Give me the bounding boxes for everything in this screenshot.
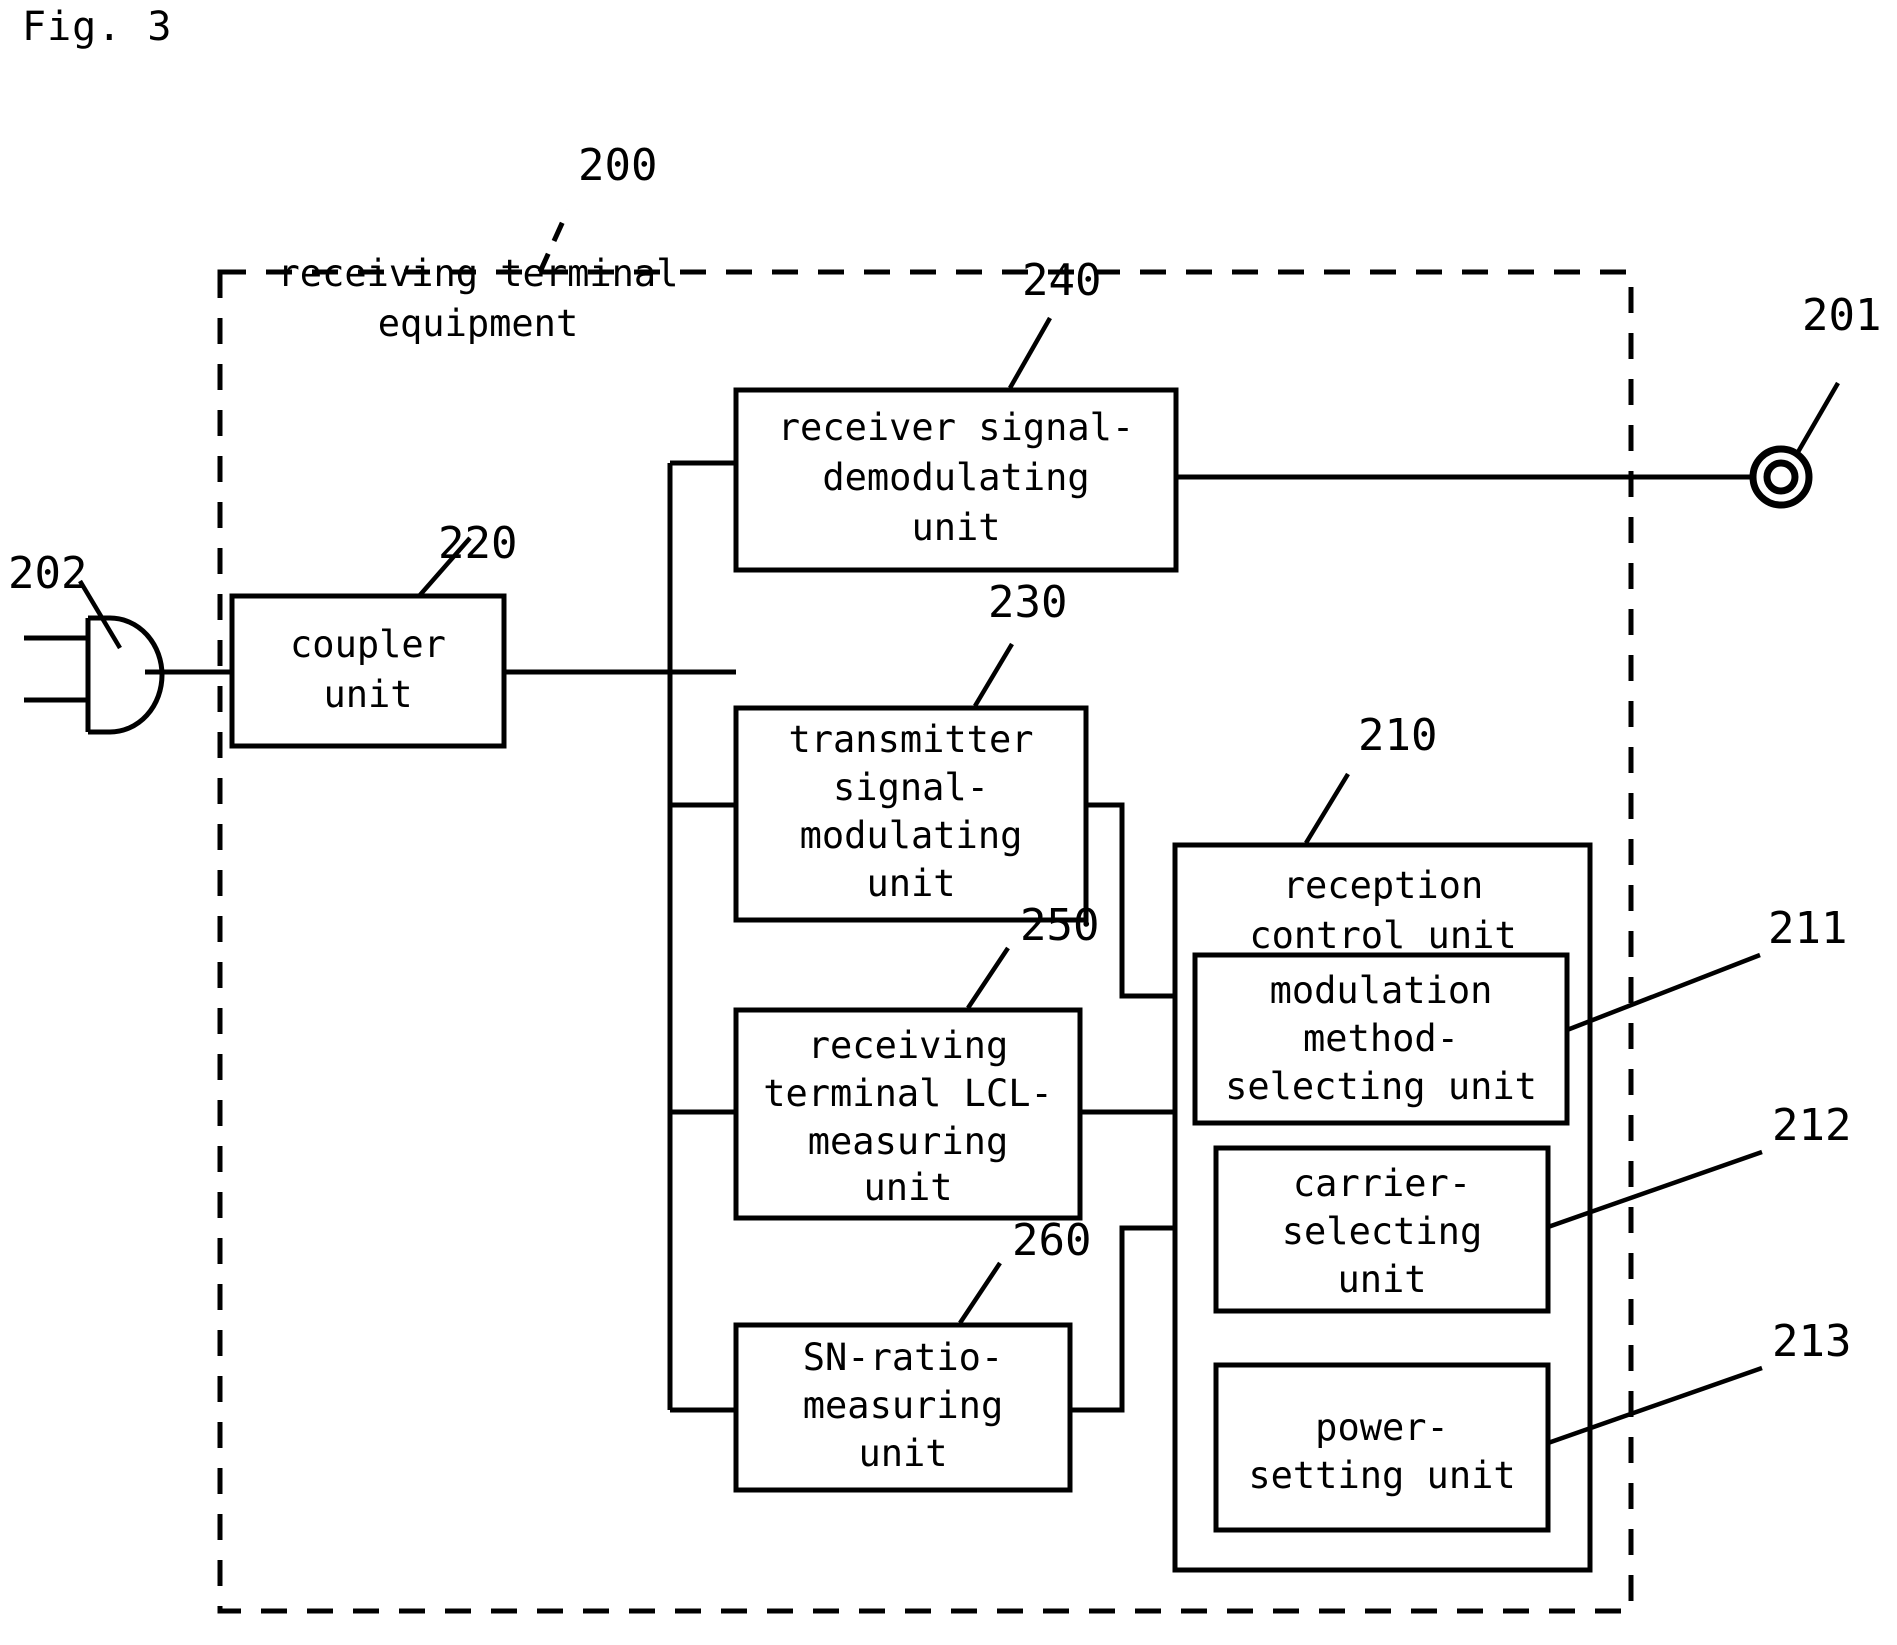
coupler-unit-box [229, 593, 507, 749]
ref-212: 212 [1772, 1100, 1851, 1151]
ref-230: 230 [988, 577, 1067, 628]
snratio-label-line1: SN-ratio- [803, 1336, 1003, 1379]
plug-connector-202 [24, 615, 232, 735]
lcl-label-line3: measuring [808, 1120, 1008, 1163]
tx-mod-label-line2: signal- [833, 766, 989, 809]
figure-root: Fig. 3 200 receiving terminal equipment … [0, 0, 1897, 1645]
demod-label-line2: demodulating [822, 456, 1089, 499]
demod-label-line1: receiver signal- [778, 406, 1134, 449]
reception-control-label-line2: control unit [1249, 914, 1516, 957]
line-terminal-201 [1749, 445, 1813, 509]
figure-label: Fig. 3 [22, 4, 173, 50]
ref-250: 250 [1020, 900, 1099, 951]
modulation-label-line1: modulation [1270, 969, 1493, 1012]
ref-213: 213 [1772, 1316, 1851, 1367]
modulation-label-line3: selecting unit [1225, 1065, 1537, 1108]
carrier-label-line3: unit [1337, 1258, 1426, 1301]
ref-200: 200 [578, 140, 657, 191]
enclosure-title-line2: equipment [378, 302, 578, 345]
snratio-label-line3: unit [858, 1432, 947, 1475]
ref-202: 202 [8, 548, 87, 599]
patent-figure-3: Fig. 3 200 receiving terminal equipment … [8, 4, 1881, 1614]
modulation-label-line2: method- [1303, 1017, 1459, 1060]
lcl-label-line2: terminal LCL- [763, 1072, 1053, 1115]
lcl-label-line4: unit [863, 1166, 952, 1209]
lcl-label-line1: receiving [808, 1024, 1008, 1067]
tx-mod-label-line4: unit [866, 862, 955, 905]
leader-240 [1008, 316, 1052, 390]
ref-240: 240 [1022, 255, 1101, 306]
ref-260: 260 [1012, 1215, 1091, 1266]
leader-210 [1304, 772, 1350, 845]
carrier-label-line2: selecting [1282, 1210, 1482, 1253]
ref-201: 201 [1802, 290, 1881, 341]
leader-230 [973, 642, 1014, 708]
ref-211: 211 [1768, 903, 1847, 954]
tx-mod-label-line3: modulating [800, 814, 1023, 857]
demod-label-line3: unit [911, 506, 1000, 549]
power-label-line2: setting unit [1248, 1454, 1515, 1497]
coupler-unit-label-line2: unit [323, 673, 412, 716]
ref-210: 210 [1358, 710, 1437, 761]
leader-211 [1566, 952, 1761, 1033]
reception-control-label-line1: reception [1283, 864, 1483, 907]
enclosure-title-line1: receiving terminal [278, 252, 679, 295]
ref-220: 220 [438, 518, 517, 569]
snratio-label-line2: measuring [803, 1384, 1003, 1427]
power-label-line1: power- [1315, 1406, 1449, 1449]
leader-201 [1796, 381, 1840, 454]
tx-mod-label-line1: transmitter [788, 718, 1033, 761]
carrier-label-line1: carrier- [1293, 1162, 1471, 1205]
leader-260 [958, 1261, 1002, 1325]
coupler-unit-label-line1: coupler [290, 623, 446, 666]
leader-250 [966, 946, 1010, 1010]
